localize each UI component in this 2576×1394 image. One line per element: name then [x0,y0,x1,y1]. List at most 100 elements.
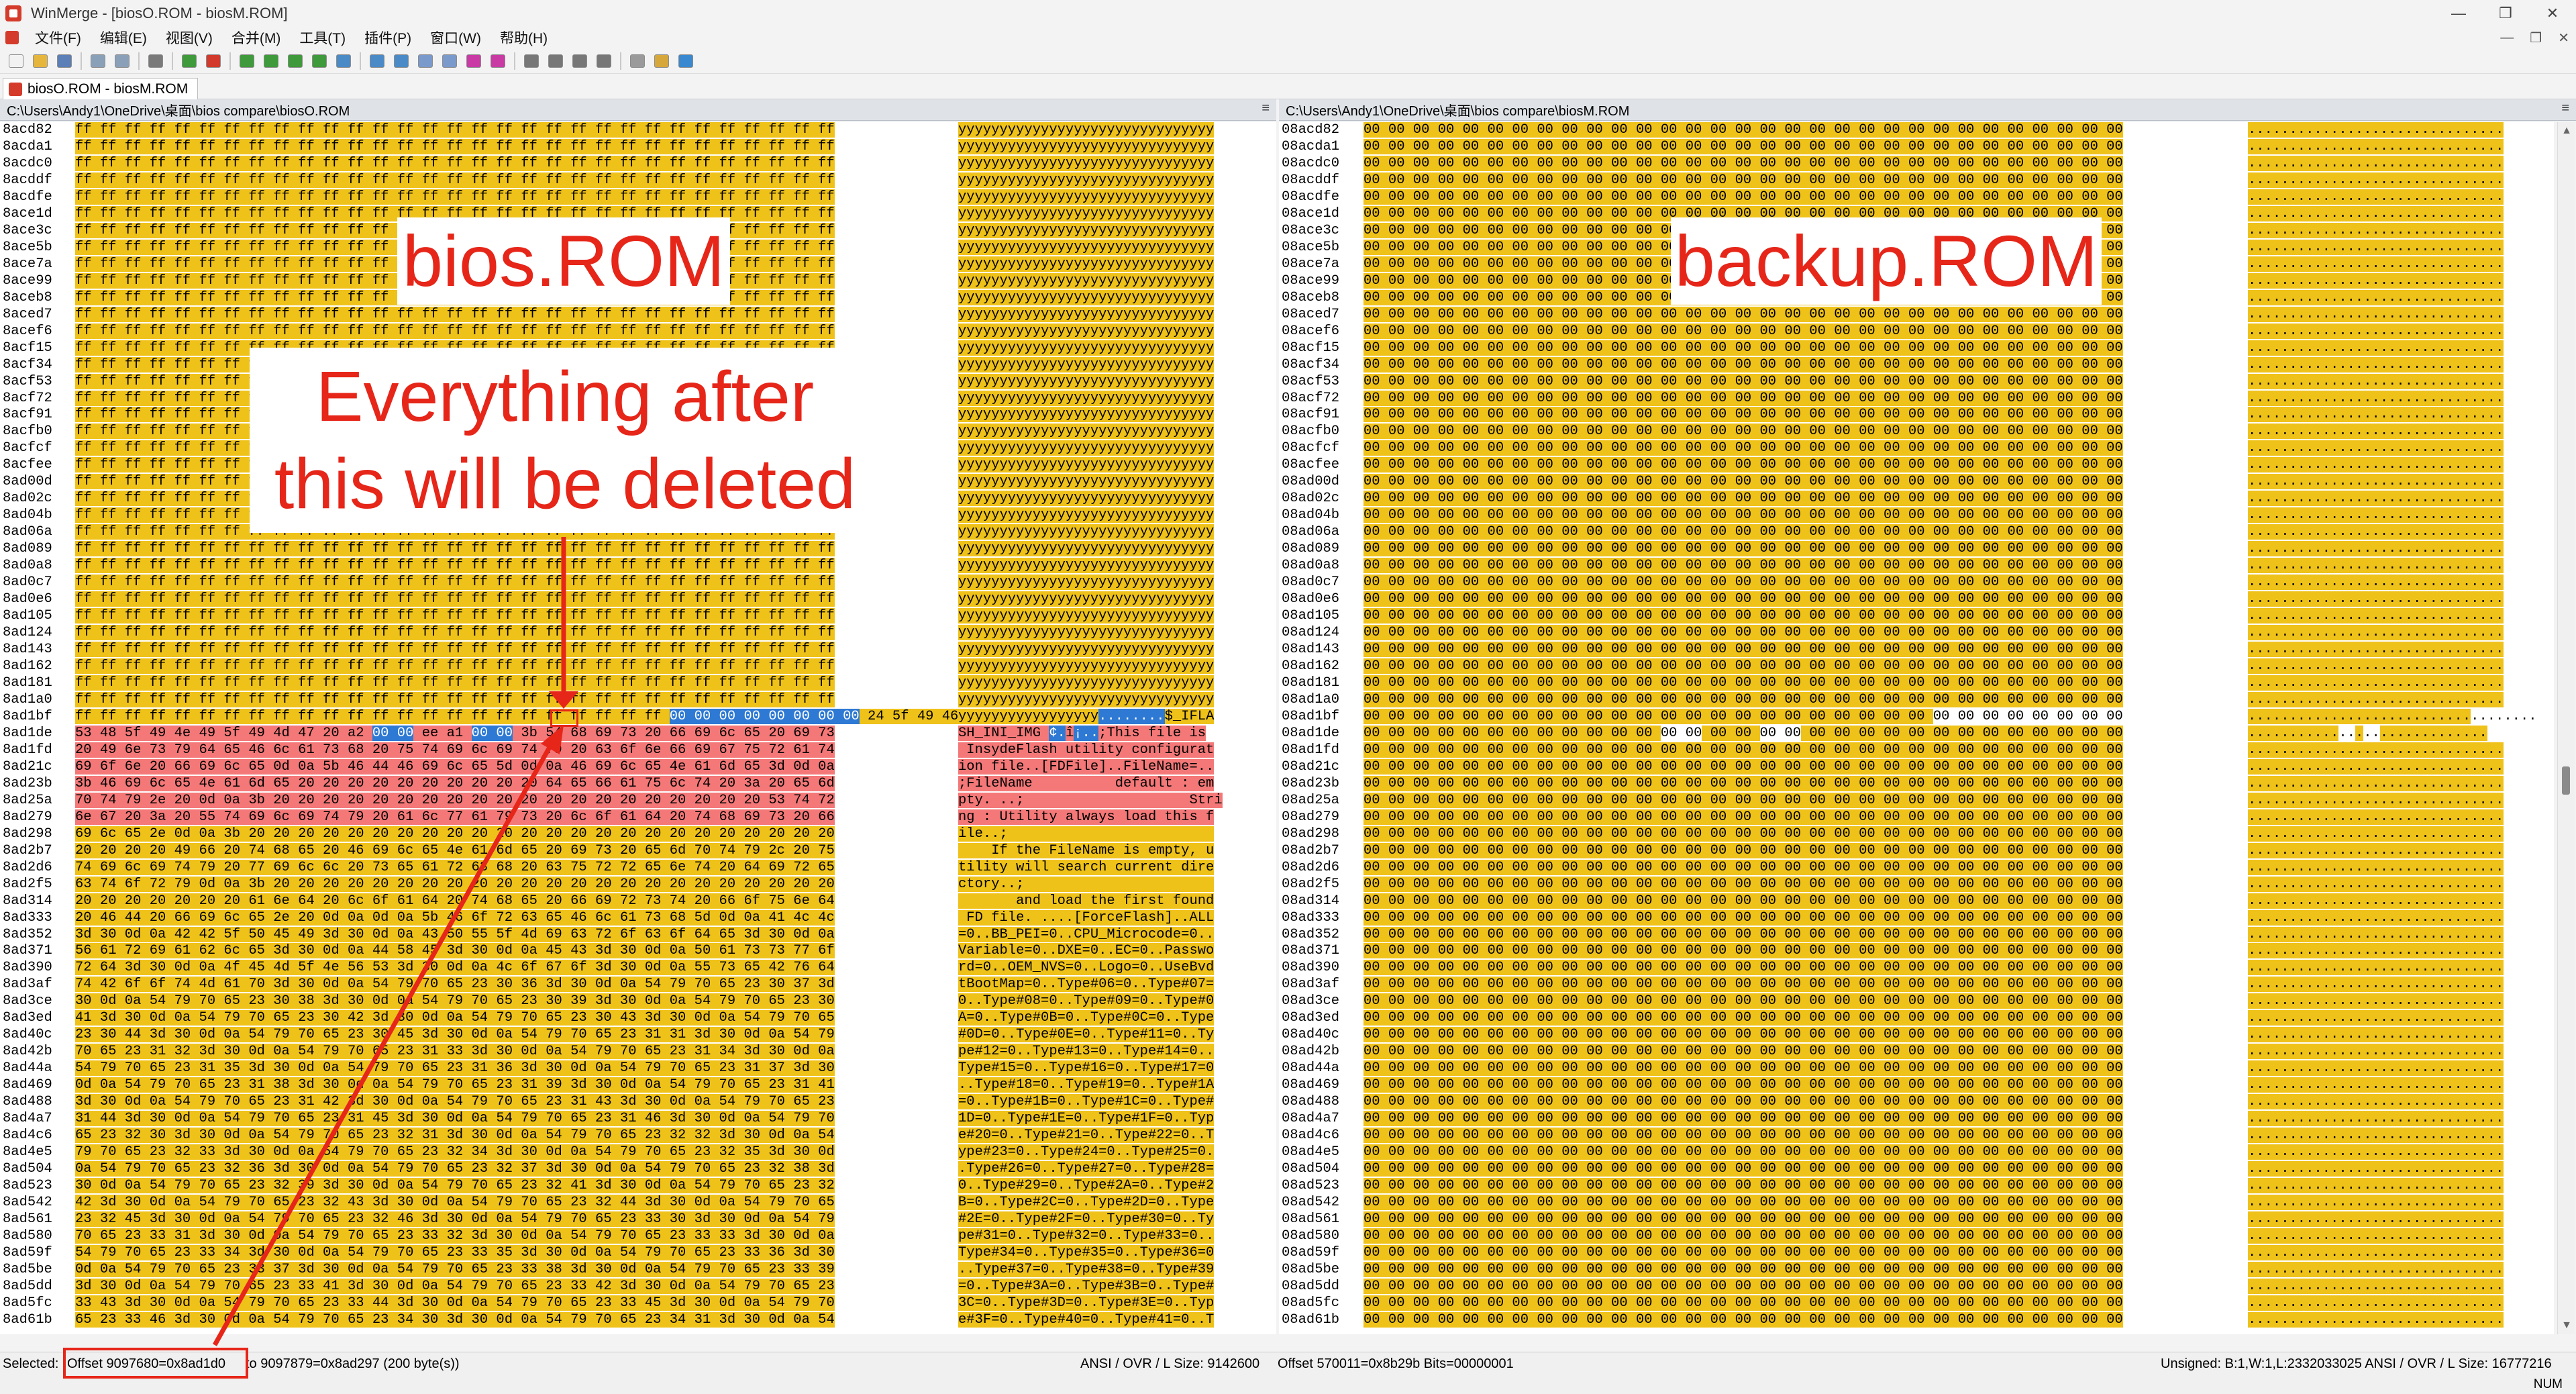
hex-row[interactable]: 00 00 00 00 00 00 00 00 00 00 00 00 00 0… [1363,859,2229,877]
hex-row[interactable]: 0a 54 79 70 65 23 32 36 3d 30 0d 0a 54 7… [75,1161,943,1178]
ascii-row[interactable]: ............................... [2248,407,2536,424]
hex-row[interactable]: 30 0d 0a 54 79 70 65 23 32 39 3d 30 0d 0… [75,1178,943,1195]
hex-row[interactable]: 31 44 3d 30 0d 0a 54 79 70 65 23 31 45 3… [75,1111,943,1128]
hex-row[interactable]: 00 00 00 00 00 00 00 00 00 00 00 00 00 0… [1363,1044,2229,1060]
minimize-button[interactable]: — [2435,0,2482,27]
hex-row[interactable]: 3d 30 0d 0a 42 42 5f 50 45 49 3d 30 0d 0… [75,926,943,944]
ascii-row[interactable]: .Type#26=0..Type#27=0..Type#28= [958,1161,1253,1178]
ascii-row[interactable]: ............................... [2248,306,2536,323]
current-diff-button[interactable] [333,51,354,71]
hex-row[interactable]: 00 00 00 00 00 00 00 00 00 00 00 00 00 0… [1363,440,2229,457]
ascii-row[interactable]: ............................... [2248,558,2536,575]
hex-row[interactable]: 00 00 00 00 00 00 00 00 00 00 00 00 00 0… [1363,608,2229,625]
hex-row[interactable]: 00 00 00 00 00 00 00 00 00 00 00 00 00 0… [1363,424,2229,440]
ascii-row[interactable]: ............................... [2248,993,2536,1010]
hex-row[interactable]: 30 0d 0a 54 79 70 65 23 30 38 3d 30 0d 0… [75,993,943,1010]
document-icon[interactable] [5,31,19,44]
hex-row[interactable]: 00 00 00 00 00 00 00 00 00 00 00 00 00 0… [1363,306,2229,323]
ascii-row[interactable]: #0D=0..Type#0E=0..Type#11=0..Ty [958,1027,1253,1044]
ascii-row[interactable]: yyyyyyyyyyyyyyyyyyyyyyyyyyyyyyy [958,424,1253,440]
hex-row[interactable]: 70 65 23 31 32 3d 30 0d 0a 54 79 70 65 2… [75,1044,943,1060]
hex-row[interactable]: 72 64 3d 30 0d 0a 4f 45 4d 5f 4e 56 53 3… [75,960,943,977]
ascii-row[interactable]: ............................... [2248,189,2536,206]
hex-row[interactable]: 56 61 72 69 61 62 6c 65 3d 30 0d 0a 44 5… [75,943,943,960]
ascii-row[interactable]: ............................... [2248,155,2536,172]
options-button[interactable] [145,51,166,71]
hex-row[interactable]: 00 00 00 00 00 00 00 00 00 00 00 00 00 0… [1363,1228,2229,1245]
ascii-row[interactable]: InsydeFlash utility configurat [958,742,1253,759]
ascii-row[interactable]: ............................... [2248,943,2536,960]
ascii-row[interactable]: If the FileName is empty, u [958,842,1253,860]
prev-file-button[interactable] [521,51,542,71]
hex-row[interactable]: 00 00 00 00 00 00 00 00 00 00 00 00 00 0… [1363,172,2229,189]
ascii-row[interactable]: ............................... [2248,1044,2536,1060]
ascii-row[interactable]: yyyyyyyyyyyyyyyyyyyyyyyyyyyyyyy [958,323,1253,340]
ascii-row[interactable]: tBootMap=0..Type#06=0..Type#07= [958,977,1253,993]
ascii-row[interactable]: ............................... [2248,1295,2536,1312]
copy-left-button[interactable] [391,51,412,71]
hex-row[interactable]: 00 00 00 00 00 00 00 00 00 00 00 00 00 0… [1363,675,2229,692]
ascii-row[interactable]: yyyyyyyyyyyyyyyyyyyyyyyyyyyyyyy [958,205,1253,223]
ascii-row[interactable]: ............................... [2248,239,2536,256]
hex-row[interactable]: 79 70 65 23 32 33 3d 30 0d 0a 54 79 70 6… [75,1144,943,1161]
hex-row[interactable]: 00 00 00 00 00 00 00 00 00 00 00 00 00 0… [1363,474,2229,491]
ascii-row[interactable]: yyyyyyyyyyyyyyyyyyyyyyyyyyyyyyy [958,407,1253,424]
ascii-row[interactable]: ............................... [2248,172,2536,189]
ascii-row[interactable]: ............................... [2248,792,2536,809]
hex-row[interactable]: 00 00 00 00 00 00 00 00 00 00 00 00 00 0… [1363,792,2229,809]
ascii-row[interactable]: ............................... [2248,691,2536,709]
hex-row[interactable]: 00 00 00 00 00 00 00 00 00 00 00 00 00 0… [1363,558,2229,575]
ascii-row[interactable]: ............................... [2248,960,2536,977]
ascii-row[interactable]: ............................... [2248,642,2536,658]
ascii-row[interactable]: e#20=0..Type#21=0..Type#22=0..T [958,1128,1253,1144]
ascii-row[interactable]: yyyyyyyyyyyyyyyyyyyyyyyyyyyyyyy [958,474,1253,491]
ascii-row[interactable]: ............................... [2248,390,2536,407]
hex-row[interactable]: 00 00 00 00 00 00 00 00 00 00 00 00 00 0… [1363,189,2229,206]
redo-button[interactable] [111,51,133,71]
hex-row[interactable]: ff ff ff ff ff ff ff ff ff ff ff ff ff f… [75,122,943,139]
hex-row[interactable]: 00 00 00 00 00 00 00 00 00 00 00 00 00 0… [1363,1311,2229,1329]
hex-row[interactable]: 23 30 44 3d 30 0d 0a 54 79 70 65 23 30 4… [75,1027,943,1044]
ascii-row[interactable]: ............................... [2248,457,2536,474]
refresh-button[interactable] [675,51,697,71]
first-file-button[interactable] [569,51,590,71]
ascii-row[interactable]: yyyyyyyyyyyyyyyyyyyyyyyyyyyyyyy [958,256,1253,273]
hex-row[interactable]: 00 00 00 00 00 00 00 00 00 00 00 00 00 0… [1363,407,2229,424]
ascii-row[interactable]: ............................... [2248,356,2536,374]
ascii-row[interactable]: yyyyyyyyyyyyyyyyyyyyyyyyyyyyyyy [958,373,1253,391]
hex-row[interactable]: 00 00 00 00 00 00 00 00 00 00 00 00 00 0… [1363,826,2229,843]
ascii-row[interactable]: ng : Utility always load this f [958,809,1253,826]
ascii-row[interactable]: SH_INI_IMG ¢.î¡..;This file is [958,725,1253,742]
ascii-row[interactable]: ype#23=0..Type#24=0..Type#25=0. [958,1144,1253,1161]
ascii-row[interactable]: A=0..Type#0B=0..Type#0C=0..Type [958,1010,1253,1027]
first-diff-button[interactable] [236,51,258,71]
ascii-row[interactable]: yyyyyyyyyyyyyyyyyyyyyyyyyyyyyyy [958,122,1253,139]
hex-row[interactable]: ff ff ff ff ff ff ff ff ff ff ff ff ff f… [75,189,943,206]
prev-diff-button[interactable] [260,51,282,71]
menu-plugins[interactable]: 插件(P) [355,28,421,48]
ascii-row[interactable]: ion file..[FDFile]..FileName=.. [958,758,1253,776]
ascii-row[interactable]: ............................... [2248,122,2536,139]
hex-row[interactable]: 42 3d 30 0d 0a 54 79 70 65 23 32 43 3d 3… [75,1195,943,1211]
hex-row[interactable]: 00 00 00 00 00 00 00 00 00 00 00 00 00 0… [1363,893,2229,910]
ascii-row[interactable]: ............................... [2248,675,2536,692]
ascii-row[interactable]: e#3F=0..Type#40=0..Type#41=0..T [958,1311,1253,1329]
ascii-row[interactable]: ............................... [2248,524,2536,541]
ascii-row[interactable]: ............................... [2248,758,2536,776]
hex-row[interactable]: 00 00 00 00 00 00 00 00 00 00 00 00 00 0… [1363,575,2229,591]
hex-row[interactable]: 00 00 00 00 00 00 00 00 00 00 00 00 00 0… [1363,155,2229,172]
merge-right-button[interactable] [203,51,224,71]
ascii-row[interactable]: ............................... [2248,440,2536,457]
ascii-row[interactable]: ............................... [2248,608,2536,625]
left-ascii-column[interactable]: yyyyyyyyyyyyyyyyyyyyyyyyyyyyyyy yyyyyyyyy… [958,122,1253,1329]
ascii-row[interactable]: ............................... [2248,373,2536,391]
hex-row[interactable]: 00 00 00 00 00 00 00 00 00 00 00 00 00 0… [1363,507,2229,524]
hex-row[interactable]: 69 6c 65 2e 0d 0a 3b 20 20 20 20 20 20 2… [75,826,943,843]
hex-row[interactable]: 00 00 00 00 00 00 00 00 00 00 00 00 00 0… [1363,1261,2229,1279]
hex-row[interactable]: ff ff ff ff ff ff ff ff ff ff ff ff ff f… [75,323,943,340]
ascii-row[interactable]: ............................... [2248,742,2536,759]
hex-row[interactable]: ff ff ff ff ff ff ff ff ff ff ff ff ff f… [75,541,943,558]
last-file-button[interactable] [593,51,615,71]
ascii-row[interactable]: B=0..Type#2C=0..Type#2D=0..Type [958,1195,1253,1211]
hex-row[interactable]: 00 00 00 00 00 00 00 00 00 00 00 00 00 0… [1363,340,2229,357]
